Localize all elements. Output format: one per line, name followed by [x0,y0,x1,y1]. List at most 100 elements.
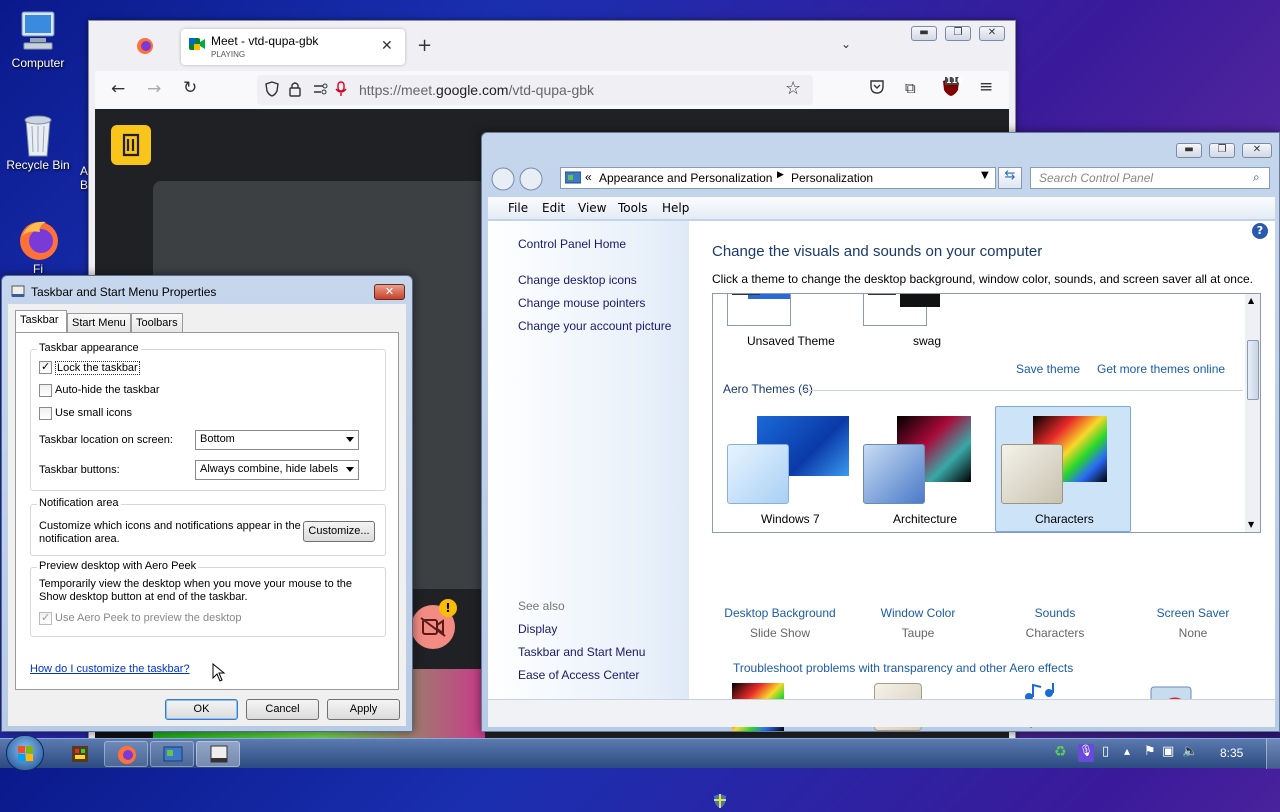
sounds-link[interactable]: Sounds [995,606,1115,620]
tab-toolbars[interactable]: Toolbars [131,313,183,333]
aero-peek-checkbox[interactable]: ✓ [39,611,52,625]
tray-flag-icon[interactable]: ⚑ [1144,744,1156,759]
menu-help[interactable]: Help [662,201,689,215]
link-change-mouse-pointers[interactable]: Change mouse pointers [518,296,645,310]
tab-meet[interactable]: Meet - vtd-qupa-gbk PLAYING ✕ [181,29,405,65]
menu-file[interactable]: File [508,201,528,215]
tab-taskbar[interactable]: Taskbar [15,310,67,333]
permissions-icon[interactable] [313,82,329,96]
search-icon[interactable]: ⌕ [1253,170,1260,185]
breadcrumb-item[interactable]: Appearance and Personalization [599,171,772,185]
taskbar-firefox[interactable] [104,741,148,767]
show-desktop-button[interactable] [1266,739,1280,769]
taskbar-control-panel[interactable] [150,741,194,767]
url-text[interactable]: https://meet.google.com/vtd-qupa-gbk [359,82,594,98]
minimize-button[interactable]: ▬ [911,26,937,41]
small-icons-checkbox[interactable] [39,407,52,420]
breadcrumb-item[interactable]: Personalization [791,171,873,185]
refresh-icon[interactable]: ⇆ [998,167,1022,189]
tray-show-hidden-icon[interactable]: ▴ [1124,744,1130,758]
theme-label[interactable]: Characters [1035,512,1094,526]
microphone-icon[interactable] [335,81,347,97]
extensions-puzzle-icon[interactable]: ⧉ [905,79,916,97]
breadcrumb-arrow-icon[interactable]: ▶ [777,170,784,180]
desktop-icon-firefox[interactable]: Fi [0,216,76,276]
new-tab-button[interactable]: + [417,35,432,56]
link-change-desktop-icons[interactable]: Change desktop icons [518,273,637,287]
ublock-icon[interactable]: 110 [941,76,963,97]
list-all-tabs-chevron-icon[interactable]: ⌄ [841,37,851,51]
dialog-close-button[interactable]: ✕ [374,284,405,300]
tray-display-icon[interactable]: ▣ [1162,744,1174,759]
close-button[interactable]: ✕ [979,26,1005,41]
link-taskbar-start-menu[interactable]: Taskbar and Start Menu [518,645,645,659]
tray-clock[interactable]: 8:35 [1220,746,1243,760]
menu-edit[interactable]: Edit [542,201,565,215]
lock-taskbar-label[interactable]: Lock the taskbar [55,361,140,375]
address-dropdown-icon[interactable]: ▼ [981,170,989,181]
link-display[interactable]: Display [518,622,557,636]
help-link[interactable]: How do I customize the taskbar? [30,663,190,675]
hamburger-menu-icon[interactable]: ≡ [979,77,993,97]
swag-theme-thumb[interactable] [863,294,940,326]
cp-close-button[interactable]: ✕ [1242,143,1272,158]
desktop-icon-computer[interactable]: Computer [0,10,76,70]
auto-hide-label[interactable]: Auto-hide the taskbar [55,384,160,396]
link-change-account-picture[interactable]: Change your account picture [518,319,671,333]
taskbar-app-icon[interactable] [58,741,102,767]
lock-icon[interactable] [289,81,301,97]
scrollbar[interactable]: ▲ ▼ [1245,294,1260,532]
link-control-panel-home[interactable]: Control Panel Home [518,237,626,251]
architecture-color-thumb[interactable] [863,444,925,504]
reload-icon[interactable]: ↻ [183,78,197,98]
desktop-icon-recycle-bin[interactable]: Recycle Bin [0,112,76,172]
unsaved-theme-thumb[interactable] [727,294,791,326]
tray-document-icon[interactable]: ▯ [1102,744,1109,759]
auto-hide-checkbox[interactable] [39,384,52,397]
pocket-icon[interactable] [869,79,885,95]
windows7-color-thumb[interactable] [727,444,789,504]
cp-maximize-button[interactable]: ❐ [1209,143,1235,158]
tray-network-icon[interactable]: ♻ [1054,744,1067,760]
start-button[interactable] [6,735,44,771]
firefox-tab-icon[interactable] [135,35,155,55]
lock-taskbar-checkbox[interactable]: ✓ [39,360,52,374]
theme-label[interactable]: Windows 7 [761,512,820,526]
shield-icon[interactable] [265,81,279,97]
forward-arrow-icon[interactable]: → [147,79,161,99]
theme-label[interactable]: Unsaved Theme [747,334,835,348]
meet-activities-icon[interactable] [111,125,151,165]
scroll-down-icon[interactable]: ▼ [1248,520,1254,529]
buttons-select[interactable]: Always combine, hide labels [195,460,359,480]
ok-button[interactable]: OK [165,699,238,720]
window-color-link[interactable]: Window Color [858,606,978,620]
tab-close-icon[interactable]: ✕ [381,38,393,54]
tray-volume-icon[interactable]: 🔈 [1182,744,1198,759]
theme-label[interactable]: swag [913,334,941,348]
save-theme-link[interactable]: Save theme [1016,362,1080,376]
troubleshoot-link[interactable]: Troubleshoot problems with transparency … [733,661,1073,675]
search-box[interactable]: Search Control Panel ⌕ [1030,167,1270,189]
url-bar[interactable]: https://meet.google.com/vtd-qupa-gbk ☆ [257,75,813,105]
desktop-background-link[interactable]: Desktop Background [708,606,852,620]
address-bar[interactable]: « Appearance and Personalization ▶ Perso… [560,167,996,189]
apply-button[interactable]: Apply [327,699,400,720]
menu-view[interactable]: View [578,201,606,215]
back-forward-buttons[interactable] [490,167,546,191]
taskbar-properties[interactable] [196,741,240,767]
scroll-up-icon[interactable]: ▲ [1248,296,1254,305]
link-ease-of-access[interactable]: Ease of Access Center [518,668,639,682]
tab-start-menu[interactable]: Start Menu [67,313,131,333]
back-arrow-icon[interactable]: ← [111,79,125,99]
maximize-button[interactable]: ❐ [945,26,971,41]
theme-label[interactable]: Architecture [893,512,957,526]
screen-saver-link[interactable]: Screen Saver [1133,606,1253,620]
tray-mic-icon[interactable]: 🎙 [1078,744,1094,762]
location-select[interactable]: Bottom [195,430,359,450]
bookmark-star-icon[interactable]: ☆ [785,78,801,99]
scroll-thumb[interactable] [1247,340,1259,400]
cancel-button[interactable]: Cancel [246,699,319,720]
customize-button[interactable]: Customize... [303,521,375,542]
cp-minimize-button[interactable]: ▬ [1176,143,1202,158]
characters-color-thumb[interactable] [1001,444,1063,504]
